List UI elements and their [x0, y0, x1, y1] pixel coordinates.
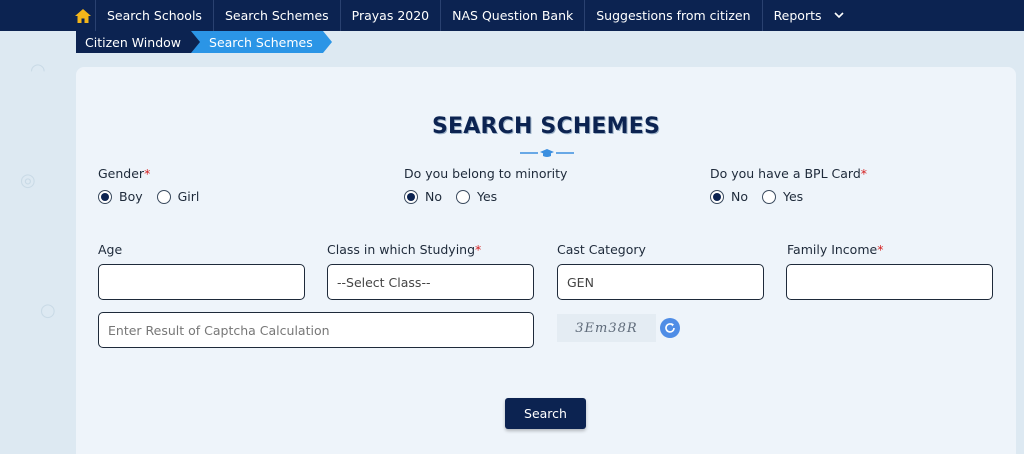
family-income-input[interactable]: [786, 264, 993, 300]
class-label-text: Class in which Studying: [327, 242, 476, 257]
graduation-cap-icon: [520, 149, 574, 157]
home-button[interactable]: [0, 0, 96, 31]
refresh-icon: [665, 323, 675, 333]
home-icon: [75, 8, 91, 23]
minority-yes-label: Yes: [477, 189, 498, 204]
gender-label-text: Gender: [98, 166, 145, 181]
bpl-yes-label: Yes: [783, 189, 804, 204]
age-input[interactable]: [98, 264, 305, 300]
breadcrumb-citizen-window[interactable]: Citizen Window: [76, 31, 201, 53]
gender-boy-option[interactable]: Boy: [98, 189, 143, 204]
gender-radio-group: Boy Girl: [98, 189, 213, 204]
gender-girl-option[interactable]: Girl: [156, 189, 200, 204]
minority-no-label: No: [425, 189, 442, 204]
class-label: Class in which Studying*: [327, 242, 481, 257]
minority-no-option[interactable]: No: [404, 189, 442, 204]
required-marker: *: [144, 166, 151, 181]
bpl-card-label-text: Do you have a BPL Card: [710, 166, 861, 181]
search-button[interactable]: Search: [505, 398, 586, 429]
bpl-yes-radio[interactable]: [762, 189, 776, 204]
age-label: Age: [98, 242, 123, 257]
gender-boy-radio[interactable]: [98, 189, 112, 204]
family-income-label: Family Income*: [787, 242, 883, 257]
chevron-down-icon: [833, 12, 844, 19]
cast-category-input[interactable]: GEN: [557, 264, 764, 300]
background-decoration: ◠: [30, 60, 46, 81]
minority-label: Do you belong to minority: [404, 166, 568, 181]
bpl-no-radio[interactable]: [710, 189, 724, 204]
captcha-input[interactable]: Enter Result of Captcha Calculation: [98, 312, 534, 348]
minority-yes-radio[interactable]: [456, 189, 470, 204]
gender-boy-label: Boy: [119, 189, 143, 204]
bpl-no-label: No: [731, 189, 748, 204]
nav-prayas-2020[interactable]: Prayas 2020: [341, 0, 442, 31]
gender-girl-label: Girl: [177, 189, 200, 204]
nav-search-schemes[interactable]: Search Schemes: [214, 0, 341, 31]
required-marker: *: [860, 166, 868, 181]
required-marker: *: [475, 242, 482, 257]
refresh-captcha-button[interactable]: [660, 318, 680, 338]
bpl-card-radio-group: No Yes: [710, 189, 817, 204]
nav-nas-question-bank[interactable]: NAS Question Bank: [441, 0, 586, 31]
family-income-label-text: Family Income: [787, 242, 878, 257]
breadcrumb-search-schemes: Search Schemes: [191, 31, 332, 53]
nav-search-schools[interactable]: Search Schools: [96, 0, 214, 31]
minority-no-radio[interactable]: [404, 189, 418, 204]
breadcrumb: Citizen Window Search Schemes: [76, 31, 332, 53]
gender-label: Gender*: [98, 166, 150, 181]
gender-girl-radio[interactable]: [156, 189, 171, 204]
page-title: SEARCH SCHEMES: [431, 114, 661, 139]
class-select[interactable]: --Select Class--: [327, 264, 534, 300]
nav-suggestions-from-citizen[interactable]: Suggestions from citizen: [585, 0, 763, 31]
required-marker: *: [877, 242, 884, 257]
background-decoration: ○: [40, 300, 56, 321]
bpl-yes-option[interactable]: Yes: [762, 189, 803, 204]
cast-category-label: Cast Category: [557, 242, 646, 257]
nav-reports[interactable]: Reports: [763, 0, 855, 31]
bpl-no-option[interactable]: No: [710, 189, 748, 204]
nav-reports-label: Reports: [773, 8, 822, 23]
minority-radio-group: No Yes: [404, 189, 511, 204]
bpl-card-label: Do you have a BPL Card*: [710, 166, 867, 181]
search-schemes-form: SEARCH SCHEMES Gender* Boy Girl Do you b…: [76, 67, 1016, 454]
top-navigation: Search Schools Search Schemes Prayas 202…: [0, 0, 1024, 31]
background-decoration: ◎: [20, 170, 36, 191]
minority-yes-option[interactable]: Yes: [456, 189, 497, 204]
captcha-image: 3Em38R: [557, 314, 656, 342]
